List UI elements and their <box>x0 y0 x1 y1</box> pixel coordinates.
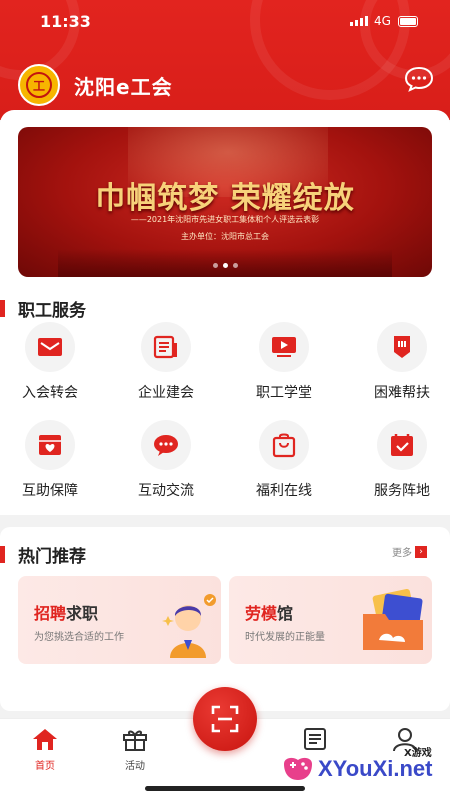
service-label: 互助保障 <box>22 483 78 499</box>
app-header: 11:33 4G 工 沈阳e工会 <box>0 0 450 120</box>
service-label: 入会转会 <box>22 385 78 401</box>
union-logo-glyph: 工 <box>26 72 52 98</box>
more-label: 更多 <box>392 548 412 559</box>
services-title: 职工服务 <box>18 301 86 321</box>
home-indicator <box>145 786 305 791</box>
service-label: 福利在线 <box>256 483 312 499</box>
recruit-desc: 为您挑选合适的工作 <box>34 632 124 643</box>
scan-button[interactable] <box>193 687 257 751</box>
service-item-mutual[interactable]: 互助保障 <box>0 420 100 500</box>
service-item-chat[interactable]: 互动交流 <box>116 420 216 500</box>
network-label: 4G <box>374 14 391 28</box>
watermark-small: X游戏 <box>404 748 432 759</box>
brand: 工 沈阳e工会 <box>18 64 173 106</box>
model-worker-card[interactable]: 劳模馆 时代发展的正能量 <box>229 576 432 664</box>
watermark-text: XYouXi.net <box>318 756 433 781</box>
signal-icon <box>350 16 368 26</box>
services-section-header: 职工服务 <box>0 296 86 321</box>
recruit-title: 招聘求职 <box>34 604 99 623</box>
heart-shield-icon <box>25 420 75 470</box>
service-item-school[interactable]: 职工学堂 <box>234 322 334 402</box>
app-title: 沈阳e工会 <box>74 74 173 99</box>
status-bar: 11:33 4G <box>0 12 450 34</box>
banner-carousel[interactable]: 巾帼筑梦 荣耀绽放 ——2021年沈阳市先进女职工集体和个人评选云表彰 主办单位… <box>18 127 432 277</box>
service-label: 职工学堂 <box>256 385 312 401</box>
tab-activity[interactable]: 活动 <box>105 727 165 772</box>
calendar-check-icon <box>377 420 427 470</box>
recruit-card[interactable]: 招聘求职 为您挑选合适的工作 <box>18 576 221 664</box>
service-item-aid[interactable]: 困难帮扶 <box>352 322 450 402</box>
status-time: 11:33 <box>40 12 91 31</box>
service-item-station[interactable]: 服务阵地 <box>352 420 450 500</box>
watermark: XYouXi.net X游戏 <box>278 742 448 792</box>
chat-icon <box>404 66 434 92</box>
service-label: 困难帮扶 <box>374 385 430 401</box>
battery-icon <box>398 16 418 27</box>
section-marker <box>0 300 5 317</box>
hot-title: 热门推荐 <box>18 547 86 567</box>
badge-icon <box>377 322 427 372</box>
section-marker <box>0 546 5 563</box>
scan-icon <box>211 705 239 733</box>
union-logo: 工 <box>18 64 60 106</box>
home-icon <box>33 729 57 750</box>
shopping-bag-icon <box>259 420 309 470</box>
document-icon <box>141 322 191 372</box>
chevron-right-icon: › <box>415 545 427 558</box>
job-seeker-illustration <box>162 594 216 658</box>
hot-section-header: 热门推荐 <box>0 542 86 567</box>
service-item-join[interactable]: 入会转会 <box>0 322 100 402</box>
banner-subtitle: ——2021年沈阳市先进女职工集体和个人评选云表彰 <box>130 215 320 224</box>
more-link[interactable]: 更多 › <box>392 544 427 559</box>
tab-home-label: 首页 <box>35 761 55 772</box>
carousel-dots <box>18 263 432 268</box>
carousel-dot-active[interactable] <box>222 263 228 268</box>
folder-illustration <box>363 588 423 650</box>
model-worker-desc: 时代发展的正能量 <box>245 632 325 643</box>
carousel-dot[interactable] <box>232 263 238 268</box>
game-controller-logo <box>284 757 312 780</box>
chat-bubble-icon <box>141 420 191 470</box>
tab-home[interactable]: 首页 <box>15 727 75 772</box>
carousel-dot[interactable] <box>212 263 218 268</box>
tab-activity-label: 活动 <box>125 761 145 772</box>
gift-icon <box>123 730 147 751</box>
model-worker-title: 劳模馆 <box>245 604 294 623</box>
service-item-build[interactable]: 企业建会 <box>116 322 216 402</box>
banner-host: 主办单位：沈阳市总工会 <box>181 232 269 241</box>
video-play-icon <box>259 322 309 372</box>
service-label: 企业建会 <box>138 385 194 401</box>
service-label: 服务阵地 <box>374 483 430 499</box>
service-label: 互动交流 <box>138 483 194 499</box>
message-button[interactable] <box>404 66 434 92</box>
envelope-icon <box>25 322 75 372</box>
service-item-welfare[interactable]: 福利在线 <box>234 420 334 500</box>
banner-headline: 巾帼筑梦 荣耀绽放 <box>95 181 355 216</box>
